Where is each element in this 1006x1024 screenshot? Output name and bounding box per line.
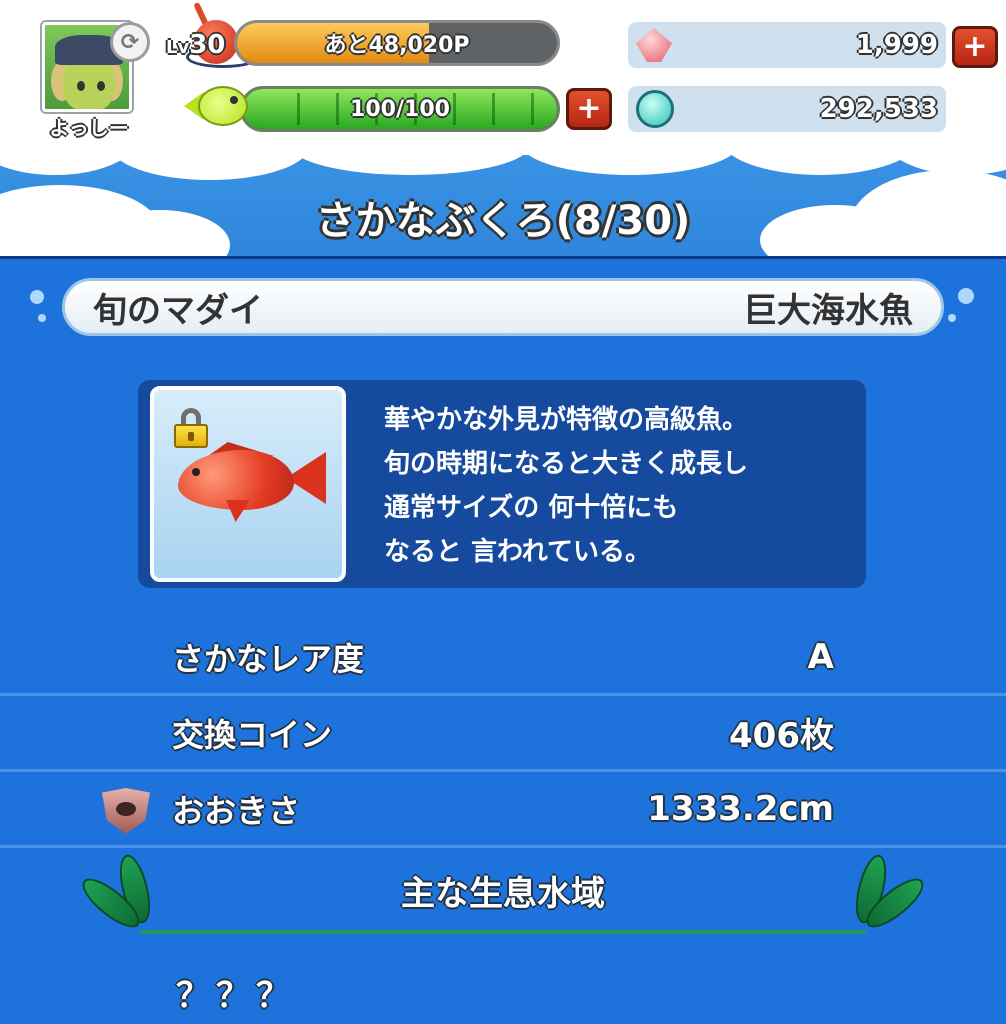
divider bbox=[0, 256, 1006, 259]
fish-description: 華やかな外見が特徴の高級魚。 旬の時期になると大きく成長し 通常サイズの 何十倍… bbox=[384, 398, 844, 574]
top-status-area: ⟳ よっしー Lv30 あと48,020P 100/100 + 1,999 + … bbox=[0, 0, 1006, 256]
fish-name: 旬のマダイ bbox=[93, 290, 263, 331]
coin-count: 292,533 bbox=[819, 94, 938, 124]
gem-counter: 1,999 bbox=[628, 22, 946, 68]
bubble-decoration bbox=[948, 314, 956, 322]
add-gems-button[interactable]: + bbox=[952, 26, 998, 68]
exp-bar: あと48,020P bbox=[234, 20, 560, 66]
swap-icon[interactable]: ⟳ bbox=[110, 22, 150, 62]
habitat-divider bbox=[140, 930, 866, 934]
stamina-label: 100/100 bbox=[350, 96, 450, 122]
add-stamina-button[interactable]: + bbox=[566, 88, 612, 130]
coin-counter: 292,533 bbox=[628, 86, 946, 132]
avatar-eye bbox=[77, 81, 85, 91]
stat-row-coins: 交換コイン 406枚 bbox=[0, 696, 1006, 772]
description-line: 旬の時期になると大きく成長し bbox=[384, 449, 749, 479]
coins-value: 406枚 bbox=[729, 716, 834, 756]
description-line: 通常サイズの 何十倍にも bbox=[384, 493, 679, 523]
player-name: よっしー bbox=[49, 116, 129, 140]
gem-count: 1,999 bbox=[855, 30, 938, 60]
size-label: おおきさ bbox=[172, 791, 301, 830]
bubble-decoration bbox=[30, 290, 44, 304]
page-title: さかなぶくろ(8/30) bbox=[315, 198, 691, 244]
level-prefix: Lv bbox=[166, 37, 190, 58]
level-value: 30 bbox=[189, 30, 226, 60]
stat-row-rarity: さかなレア度 A bbox=[0, 620, 1006, 696]
bubble-decoration bbox=[958, 288, 974, 304]
fish-name-bar: 旬のマダイ 巨大海水魚 bbox=[62, 278, 944, 336]
exp-label: あと48,020P bbox=[324, 33, 470, 58]
fish-detail-panel: 旬のマダイ 巨大海水魚 華やかな外見が特徴の高級魚。 旬の時期になると大きく成長… bbox=[0, 256, 1006, 1024]
stamina-bar: 100/100 bbox=[240, 86, 560, 132]
size-value: 1333.2cm bbox=[647, 788, 834, 829]
description-line: なると 言われている。 bbox=[384, 537, 651, 567]
fish-image-frame[interactable] bbox=[150, 386, 346, 582]
fish-category: 巨大海水魚 bbox=[743, 290, 913, 331]
habitat-value: ？？？ bbox=[176, 976, 296, 1016]
player-level: Lv30 bbox=[166, 30, 225, 60]
rarity-value: A bbox=[807, 636, 834, 677]
habitat-header: 主な生息水域 bbox=[0, 848, 1006, 944]
gem-icon bbox=[636, 28, 672, 62]
rarity-label: さかなレア度 bbox=[172, 639, 365, 678]
avatar-eye bbox=[97, 81, 105, 91]
shield-fish-icon bbox=[102, 788, 150, 834]
stat-row-size: おおきさ 1333.2cm bbox=[0, 772, 1006, 848]
habitat-title: 主な生息水域 bbox=[401, 874, 605, 914]
description-line: 華やかな外見が特徴の高級魚。 bbox=[384, 405, 749, 435]
bubble-decoration bbox=[38, 314, 46, 322]
fish-image bbox=[178, 442, 328, 534]
coins-label: 交換コイン bbox=[172, 715, 333, 754]
fish-info-panel: 華やかな外見が特徴の高級魚。 旬の時期になると大きく成長し 通常サイズの 何十倍… bbox=[138, 380, 866, 588]
coin-icon bbox=[636, 90, 674, 128]
fish-stamina-icon bbox=[184, 82, 254, 130]
